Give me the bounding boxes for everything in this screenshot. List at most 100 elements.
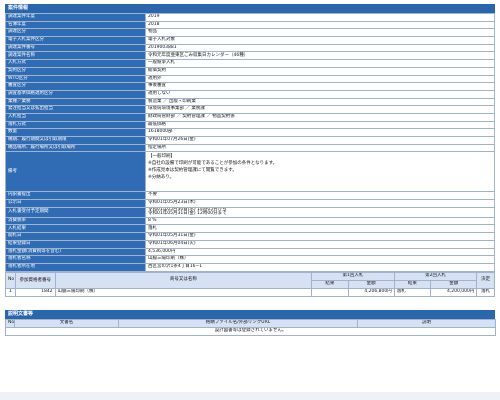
info-label: 審査区分	[5, 82, 146, 91]
info-label: 消費税率	[5, 216, 146, 226]
info-row: 落札方式 最低価格	[5, 120, 495, 130]
info-label: 入札担当	[5, 112, 146, 122]
info-row: 審査区分 事後審査	[5, 82, 495, 91]
info-label: 契約区分	[5, 66, 146, 76]
info-value: 不要	[145, 191, 495, 201]
info-row: 落札者所在地 西区宮の沢1条4丁目16−1	[5, 262, 495, 272]
info-label: 落札者所在地	[5, 262, 146, 272]
info-row: WTO区分 適用外	[5, 74, 495, 84]
info-row: 調達案件名称 令和元年度亜東区ごみ収集日カレンダー（46種）	[5, 51, 495, 61]
case-info-table: 調達案件年度 2019 名簿年度 2018 調達区分 物品 電子入札案件区分 電子入札対象 調達…	[5, 13, 495, 272]
info-value: 令和01年07月26日(金)	[145, 136, 495, 145]
info-value: 2018	[145, 20, 495, 30]
info-row: 備考 【一般印刷】 ※自社の設備で印刷が可能であることが参加の条件となります。 ※作成…	[5, 151, 495, 193]
info-row: 調達区分 物品	[5, 28, 495, 38]
info-value: 最低価格	[145, 120, 495, 130]
info-label: 納品場所、履行場所又は引取場所	[5, 143, 146, 153]
info-value: 令和01年05月23日(木)	[145, 199, 495, 208]
info-value: 1618000部	[145, 128, 495, 137]
info-row: 契約区分 総価契約	[5, 66, 495, 76]
info-label: 調達区分	[5, 28, 146, 38]
info-value: 令和元年度亜東区ごみ収集日カレンダー（46種）	[145, 51, 495, 61]
docs-col-desc: 説明	[357, 318, 496, 328]
info-value: 令和01年05月31日(金)	[145, 232, 495, 241]
col-participant-no: 参加資格者番号	[14, 271, 56, 289]
info-label: 電子入札案件区分	[5, 36, 146, 45]
info-row: 消費税率 8 %	[5, 216, 495, 226]
remarks-line: ※自社の設備で印刷が可能であることが参加の条件となります。	[148, 161, 278, 167]
info-label: 落札金額(消費税等を含む)	[5, 247, 146, 257]
info-label: 開札日	[5, 232, 146, 241]
remarks-line: ※作成見本は契約管理課にて閲覧できます。	[148, 168, 237, 174]
info-label: 調査基準価格適用区分	[5, 89, 146, 99]
bid-results-table: No 参加資格者番号 商号又は名称 第1回入札 第2回入札 決定 結果 金額 結…	[5, 271, 495, 297]
col-round2-amount: 金額	[430, 279, 478, 289]
horizontal-scrollbar[interactable]	[0, 392, 500, 400]
page: 案件情報 調達案件年度 2019 名簿年度 2018 調達区分 物品 電子入札案件区分 電子入…	[5, 4, 496, 336]
info-row: 落札金額(消費税等を含む) 4,536,000円	[5, 247, 495, 257]
info-label-remarks: 備考	[5, 151, 146, 193]
info-value: 西区宮の沢1条4丁目16−1	[145, 262, 495, 272]
info-value: 電子入札対象	[145, 36, 495, 45]
info-value: 適用しない	[145, 89, 495, 99]
col-name: 商号又は名称	[54, 271, 313, 289]
docs-col-file: 格納ファイル名/外部リンクURL	[118, 318, 358, 328]
info-label: 納期、履行期間又は引取期限	[5, 136, 146, 145]
info-row: 調査基準価格適用区分 適用しない	[5, 89, 495, 99]
bid-r2-result: 落札	[393, 287, 432, 297]
remarks-line: ※分納あり。	[148, 175, 175, 181]
info-value: 総価契約	[145, 66, 495, 76]
info-row: 公示日 令和01年05月23日(木)	[5, 199, 495, 208]
info-value-line: 令和01年05月31日(金) 12時00分まで	[148, 211, 227, 217]
info-row: 入札結果 落札	[5, 224, 495, 234]
info-label: 内訳書提出	[5, 191, 146, 201]
info-row: 入札担当 財政局管財部 ／ 契約管理課 ／ 物品契約係	[5, 112, 495, 122]
info-row: 入札書受付予定期間 令和01年05月30日(木) 14時05分から 令和01年05月…	[5, 206, 495, 218]
info-value: 事後審査	[145, 82, 495, 91]
info-row: 入札方式 一般競争入札	[5, 59, 495, 68]
info-row: 内訳書提出 不要	[5, 191, 495, 201]
info-label: 公示日	[5, 199, 146, 208]
info-label: 数量	[5, 128, 146, 137]
info-value: 製造業 ／ 出版・印刷業	[145, 97, 495, 107]
info-value: 8 %	[145, 216, 495, 226]
info-label: 名簿年度	[5, 20, 146, 30]
info-value: 令和01年05月30日(木) 14時05分から 令和01年05月31日(金) 12…	[145, 206, 495, 218]
col-round1-result: 結果	[311, 279, 349, 289]
case-info-title: 案件情報	[5, 4, 495, 13]
col-round1-amount: 金額	[347, 279, 395, 289]
info-row: 落札者名称 山脇三陽印刷（株）	[5, 255, 495, 264]
info-row: 発注担当又は払出担当 環境局環境事業部 ／ 業務課	[5, 105, 495, 114]
info-label: 結果登録日	[5, 239, 146, 249]
col-round1: 第1回入札	[311, 271, 395, 281]
bid-participant-no: 1842	[14, 287, 56, 297]
bid-r2-amount: 4,200,000円	[430, 287, 478, 297]
bid-no: 1	[5, 287, 16, 297]
info-label: 落札方式	[5, 120, 146, 130]
info-value: 4,536,000円	[145, 247, 495, 257]
info-value: 適用外	[145, 74, 495, 84]
info-label: 入札書受付予定期間	[5, 206, 146, 218]
info-label: 落札者名称	[5, 255, 146, 264]
info-row: 結果登録日 令和01年06月04日(火)	[5, 239, 495, 249]
docs-empty-message: 設計図書等は登録されていません。	[5, 326, 496, 336]
info-value: 環境局環境事業部 ／ 業務課	[145, 105, 495, 114]
info-row: 調達案件番号 20190038​81	[5, 43, 495, 53]
info-value: 指定場所	[145, 143, 495, 153]
info-row: 納期、履行期間又は引取期限 令和01年07月26日(金)	[5, 136, 495, 145]
table-row: 設計図書等は登録されていません。	[5, 326, 496, 336]
bid-r1-result	[311, 287, 349, 297]
col-decision: 決定	[476, 271, 495, 289]
docs-col-name: 文書名	[14, 318, 119, 328]
info-label: 発注担当又は払出担当	[5, 105, 146, 114]
table-row: 1 1842 山脇三陽印刷（株） 4,206,800円 落札 4,200,000…	[5, 287, 495, 297]
info-row: 業種／業務 製造業 ／ 出版・印刷業	[5, 97, 495, 107]
bid-decision: 落札	[476, 287, 495, 297]
col-round2: 第2回入札	[393, 271, 478, 281]
info-value: 一般競争入札	[145, 59, 495, 68]
info-label: 入札方式	[5, 59, 146, 68]
info-label: 入札結果	[5, 224, 146, 234]
info-value: 物品	[145, 28, 495, 38]
info-row: 調達案件年度 2019	[5, 13, 495, 22]
info-value: 20190038​81	[145, 43, 495, 53]
